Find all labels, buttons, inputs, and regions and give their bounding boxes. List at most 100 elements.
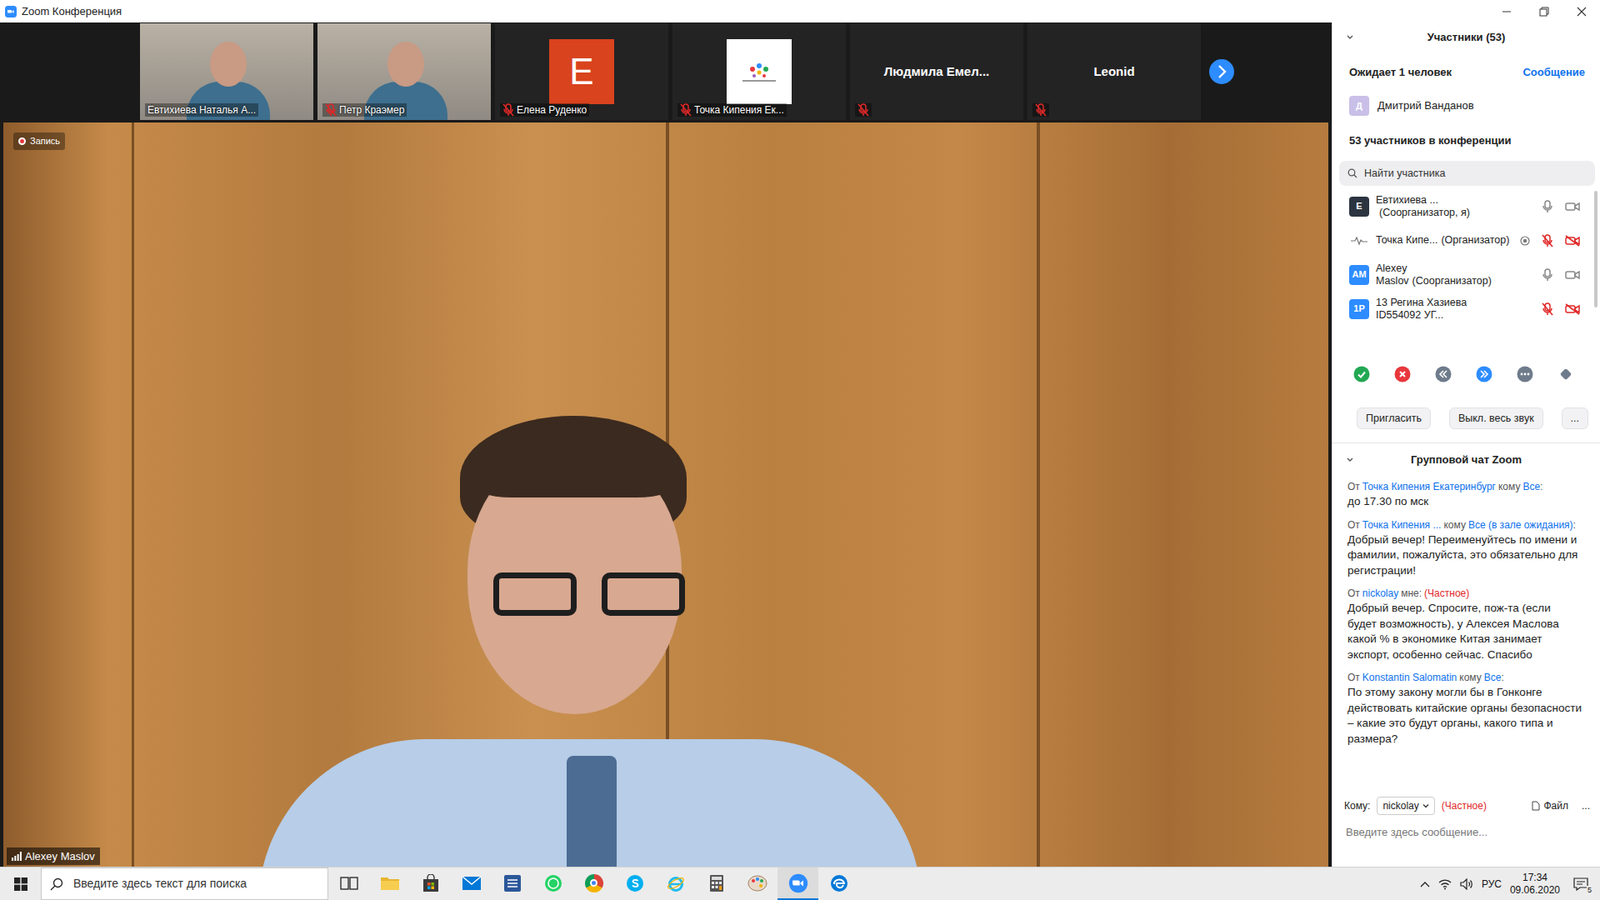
- close-icon[interactable]: [1562, 0, 1600, 23]
- chat-input[interactable]: [1344, 823, 1589, 842]
- message-link[interactable]: Сообщение: [1522, 64, 1585, 81]
- ie-icon: [666, 874, 685, 893]
- chrome-icon: [585, 874, 604, 893]
- participant-tile[interactable]: Евтихиева Наталья А...: [140, 23, 314, 120]
- participant-tile[interactable]: Людмила Емел...: [850, 23, 1024, 120]
- file-label: Файл: [1543, 798, 1569, 814]
- taskbar-app[interactable]: [532, 867, 574, 900]
- taskbar-app[interactable]: [450, 867, 492, 900]
- taskbar-app[interactable]: [695, 867, 737, 900]
- person-name: Дмитрий Ванданов: [1377, 97, 1475, 115]
- header-part[interactable]: Все (в зале ожидания): [1468, 519, 1574, 531]
- avatar: [1349, 230, 1370, 251]
- count-row: 53 участников в конференции: [1332, 124, 1600, 158]
- collapse-icon[interactable]: [1345, 455, 1355, 465]
- mic-icon[interactable]: [1538, 268, 1557, 282]
- windows-start-icon[interactable]: [0, 867, 41, 900]
- notifications-button[interactable]: 5: [1568, 871, 1594, 897]
- minimize-icon[interactable]: [1487, 0, 1525, 23]
- volume-icon[interactable]: [1460, 878, 1474, 890]
- collapse-icon[interactable]: [1345, 33, 1355, 42]
- participant-row[interactable]: AMAlexey Maslov(Соорганизатор): [1332, 257, 1600, 292]
- file-button[interactable]: Файл: [1531, 798, 1569, 814]
- language-indicator[interactable]: РУС: [1481, 876, 1502, 892]
- window-title: Zoom Конференция: [21, 3, 122, 20]
- header-part[interactable]: Точка Кипения ...: [1362, 519, 1442, 531]
- muted-mic-icon: [325, 103, 337, 117]
- taskbar-app[interactable]: [573, 867, 615, 900]
- no-reaction-icon[interactable]: [1394, 365, 1411, 383]
- video-off-icon[interactable]: [1563, 235, 1582, 247]
- taskbar-app[interactable]: [777, 867, 819, 900]
- chat-message: Отnickolayмне:(Частное)Добрый вечер. Спр…: [1347, 586, 1582, 663]
- tile-label: Точка Кипения Ек...: [677, 103, 787, 117]
- zoom-icon: [788, 873, 809, 894]
- clear-reaction-icon[interactable]: [1557, 365, 1575, 383]
- recipient-name: nickolay: [1382, 798, 1419, 814]
- panel-button[interactable]: Выкл. весь звук: [1449, 407, 1544, 430]
- header-part[interactable]: Все: [1484, 671, 1502, 684]
- avatar-letter: E: [569, 44, 594, 100]
- meeting-body: Евтихиева Наталья А... Петр Краэмер EЕлена…: [0, 22, 1600, 867]
- wifi-icon[interactable]: [1438, 878, 1452, 890]
- participant-row[interactable]: EЕвтихиева ...(Соорганизатор, я): [1332, 189, 1600, 224]
- panel-button[interactable]: Пригласить: [1356, 407, 1431, 430]
- participant-tile[interactable]: Leonid: [1027, 23, 1201, 120]
- search-input[interactable]: [1362, 165, 1587, 183]
- show-hidden-icon[interactable]: [1420, 880, 1430, 888]
- video-icon[interactable]: [1563, 269, 1582, 281]
- header-part[interactable]: Точка Кипения Екатеринбург: [1362, 480, 1496, 493]
- participant-figure: [210, 41, 247, 87]
- taskbar-app[interactable]: [328, 867, 370, 900]
- panel-button[interactable]: ...: [1561, 407, 1589, 430]
- participant-name: Точка Кипения Ек...: [694, 103, 785, 117]
- message-text: По этому закону могли бы в Гонконге дейс…: [1347, 685, 1582, 747]
- taskbar-app[interactable]: [369, 867, 410, 900]
- participant-row[interactable]: Точка Кипе...(Организатор): [1332, 223, 1600, 258]
- scrollbar[interactable]: [1594, 190, 1598, 308]
- to-label: Кому:: [1344, 798, 1370, 814]
- recipient-dropdown[interactable]: nickolay: [1376, 796, 1435, 815]
- taskbar-app[interactable]: [410, 867, 451, 900]
- chat-title: Групповой чат Zoom: [1410, 451, 1522, 469]
- participant-tile[interactable]: EЕлена Руденко: [495, 23, 669, 120]
- message-header: ОтТочка Кипения ...комуВсе (в зале ожида…: [1347, 518, 1582, 533]
- header-part[interactable]: nickolay: [1362, 587, 1399, 600]
- taskbar-app[interactable]: [614, 867, 655, 900]
- participant-row[interactable]: 1Р13 Регина Хазиева ID554092 УГ...: [1332, 291, 1600, 326]
- chat-message: ОтТочка Кипения ...комуВсе (в зале ожида…: [1347, 518, 1582, 580]
- tile-label: Евтихиева Наталья А...: [145, 103, 259, 117]
- slower-reaction-icon[interactable]: [1435, 365, 1452, 383]
- waiting-person[interactable]: ДДмитрий Ванданов: [1332, 87, 1600, 125]
- participant-tile[interactable]: Петр Краэмер: [317, 23, 491, 120]
- message-header: ОтKonstantin SalomatinкомуВсе:: [1347, 670, 1582, 685]
- paint-icon: [747, 874, 768, 893]
- taskbar-app[interactable]: [655, 867, 696, 900]
- header-part[interactable]: Konstantin Salomatin: [1362, 671, 1457, 684]
- header-part: (Частное): [1424, 587, 1470, 600]
- next-page-icon[interactable]: [1208, 58, 1235, 85]
- clock[interactable]: 17:3409.06.2020: [1510, 871, 1560, 897]
- more-reaction-icon[interactable]: [1516, 365, 1534, 383]
- muted-mic-icon[interactable]: [1538, 302, 1557, 316]
- restore-icon[interactable]: [1525, 0, 1563, 23]
- more-button[interactable]: ...: [1581, 798, 1590, 814]
- recording-dot: [18, 137, 26, 145]
- taskbar-app[interactable]: [491, 867, 533, 900]
- participants-header: Участники (53): [1332, 22, 1600, 53]
- participant-tile[interactable]: Точка Кипения Ек...: [672, 23, 846, 120]
- header-part[interactable]: Все: [1522, 480, 1540, 493]
- participant-role: (Соорганизатор, я): [1379, 206, 1470, 219]
- taskbar-search-input[interactable]: [71, 874, 320, 894]
- mic-icon[interactable]: [1538, 200, 1557, 214]
- yes-reaction-icon[interactable]: [1353, 365, 1370, 383]
- taskbar-app[interactable]: [736, 867, 778, 900]
- taskbar-app[interactable]: [818, 867, 860, 900]
- faster-reaction-icon[interactable]: [1475, 365, 1493, 383]
- participant-name: Петр Краэмер: [339, 103, 405, 117]
- muted-mic-icon[interactable]: [1538, 234, 1557, 248]
- avatar-wrap: [1349, 230, 1370, 251]
- video-icon[interactable]: [1563, 200, 1582, 213]
- video-off-icon[interactable]: [1563, 303, 1582, 315]
- recording-indicator: Запись: [13, 132, 65, 150]
